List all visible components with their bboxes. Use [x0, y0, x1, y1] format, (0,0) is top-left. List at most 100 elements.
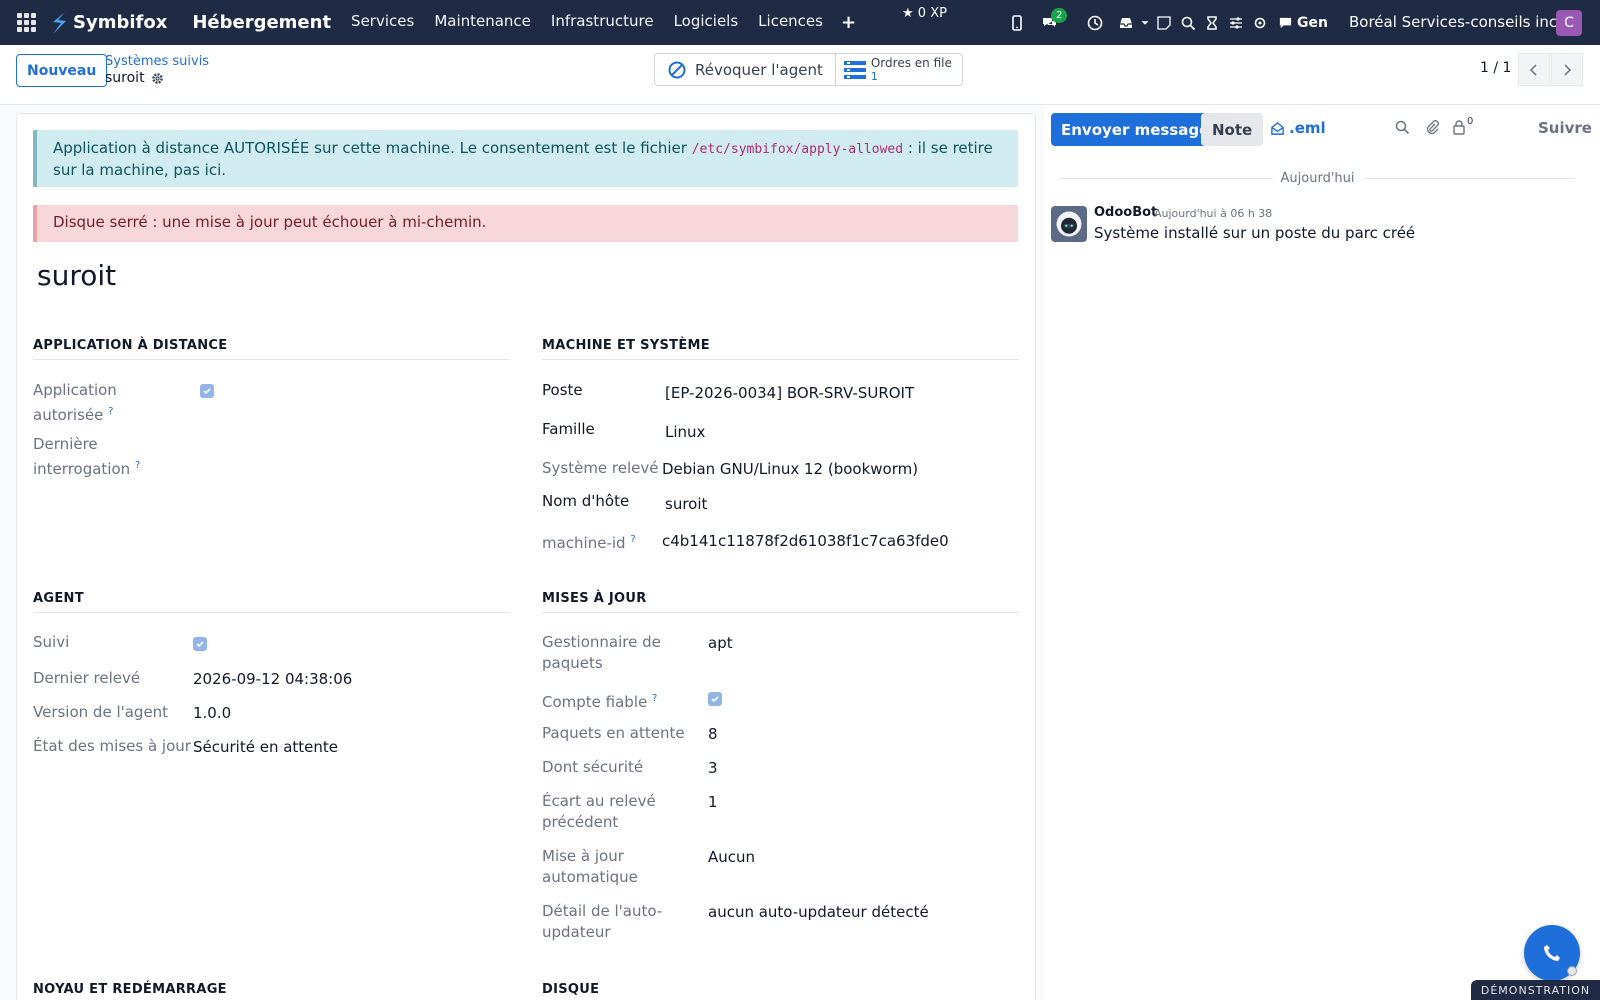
pager-next-button[interactable] — [1551, 53, 1583, 86]
odoobot-avatar[interactable] — [1051, 206, 1087, 242]
ban-icon — [668, 61, 686, 78]
reliable-count-checkbox[interactable] — [708, 692, 722, 706]
demo-badge: DÉMONSTRATION — [1471, 980, 1600, 1000]
reading-gap-label: Écart au relevé précédent — [542, 791, 656, 833]
poste-label: Poste — [542, 381, 583, 399]
chatter-panel: Envoyer message Note .eml 0 Suivre Aujou… — [1044, 105, 1600, 1000]
package-manager-label: Gestionnaire de paquets — [542, 632, 661, 674]
queued-orders-button[interactable]: Ordres en file 1 — [836, 54, 962, 85]
speech-bubble-icon — [1279, 17, 1292, 29]
gear-icon[interactable] — [151, 72, 164, 85]
user-avatar[interactable]: C — [1556, 10, 1582, 36]
sticky-note-icon[interactable] — [1152, 11, 1176, 35]
new-button[interactable]: Nouveau — [16, 54, 108, 87]
message-author[interactable]: OdooBot — [1094, 205, 1157, 220]
pager-value[interactable]: 1 / 1 — [1480, 60, 1511, 76]
date-separator-label: Aujourd'hui — [1280, 170, 1355, 186]
inbox-icon[interactable] — [1114, 11, 1138, 35]
follow-button[interactable]: Suivre — [1538, 119, 1592, 137]
eml-label: .eml — [1289, 119, 1326, 137]
menu-item-infrastructure[interactable]: Infrastructure — [541, 12, 664, 33]
top-navbar: Symbifox Hébergement Services Maintenanc… — [0, 0, 1600, 45]
machine-id-label: machine-id ? — [542, 529, 636, 554]
famille-value[interactable]: Linux — [665, 423, 705, 441]
send-message-button[interactable]: Envoyer message — [1051, 113, 1220, 146]
auto-update-label-line1: Mise à jour — [542, 847, 624, 865]
last-poll-label-line1: Dernière — [33, 435, 98, 453]
breadcrumb-parent[interactable]: Systèmes suivis — [105, 54, 209, 69]
info-alert-prefix: Application à distance AUTORISÉE sur cet… — [53, 139, 692, 157]
section-disk-title: DISQUE — [542, 982, 1019, 1000]
auto-update-label-line2: automatique — [542, 868, 638, 886]
agent-version-value: 1.0.0 — [193, 704, 232, 722]
remote-allowed-checkbox[interactable] — [200, 384, 214, 398]
reading-gap-value: 1 — [708, 793, 718, 811]
remote-allowed-label: Application autorisée ? — [33, 380, 117, 426]
help-icon[interactable]: ? — [135, 460, 140, 471]
chatter-search-icon[interactable] — [1394, 119, 1412, 137]
eml-button[interactable]: .eml — [1270, 119, 1326, 137]
app-title[interactable]: Hébergement — [192, 12, 331, 33]
gen-label: Gen — [1297, 14, 1328, 31]
clock-icon[interactable] — [1083, 11, 1107, 35]
auto-updater-detail-label: Détail de l'auto-updateur — [542, 901, 662, 943]
package-manager-label-line1: Gestionnaire de — [542, 633, 661, 651]
mobile-icon[interactable] — [1005, 11, 1029, 35]
menu-item-licences[interactable]: Licences — [748, 12, 833, 33]
reading-gap-label-line1: Écart au relevé — [542, 792, 656, 810]
paperclip-icon[interactable] — [1424, 119, 1442, 137]
pager-previous-button[interactable] — [1518, 53, 1550, 86]
section-agent-title: AGENT — [33, 591, 510, 613]
gen-button[interactable]: Gen — [1278, 15, 1328, 31]
menu-item-services[interactable]: Services — [341, 12, 424, 33]
auto-updater-detail-value: aucun auto-updateur détecté — [708, 903, 929, 921]
date-separator: Aujourd'hui — [1060, 170, 1576, 186]
sliders-icon[interactable] — [1224, 11, 1248, 35]
suivi-checkbox[interactable] — [193, 637, 207, 651]
message-date: Aujourd'hui à 06 h 38 — [1154, 207, 1273, 220]
remote-allowed-label-line2: autorisée — [33, 406, 104, 424]
caret-down-icon[interactable] — [1138, 11, 1152, 35]
search-icon[interactable] — [1176, 11, 1200, 35]
machine-id-value: c4b141c11878f2d61038f1c7ca63fde0 — [662, 532, 949, 550]
menu-add-icon[interactable]: + — [833, 12, 864, 33]
last-reading-value: 2026-09-12 04:38:06 — [193, 670, 353, 688]
remote-apply-info-alert: Application à distance AUTORISÉE sur cet… — [33, 130, 1018, 187]
pending-packages-value: 8 — [708, 725, 718, 743]
robot-icon — [1056, 211, 1082, 237]
menu-item-logiciels[interactable]: Logiciels — [664, 12, 749, 33]
help-icon[interactable]: ? — [630, 534, 635, 545]
chat-badge: 2 — [1051, 7, 1068, 23]
update-state-label: État des mises à jour — [33, 737, 191, 755]
menu-item-maintenance[interactable]: Maintenance — [424, 12, 541, 33]
hostname-value[interactable]: suroit — [665, 495, 707, 513]
log-note-button[interactable]: Note — [1201, 113, 1264, 146]
revoke-agent-button[interactable]: Révoquer l'agent — [655, 54, 836, 85]
package-manager-value: apt — [708, 634, 733, 652]
systeme-label: Système relevé — [542, 459, 659, 477]
last-reading-label: Dernier relevé — [33, 669, 141, 687]
auto-updater-detail-label-line1: Détail de l'auto- — [542, 902, 663, 920]
app-switcher-icon[interactable] — [17, 12, 37, 33]
last-poll-label: Dernière interrogation ? — [33, 434, 140, 480]
pending-packages-label: Paquets en attente — [542, 724, 685, 742]
chat-icon[interactable]: 2 — [1037, 7, 1068, 35]
xp-indicator[interactable]: ★ 0 XP — [902, 6, 947, 21]
chevron-right-icon — [1564, 63, 1572, 76]
section-remote-title: APPLICATION À DISTANCE — [33, 338, 510, 360]
package-manager-label-line2: paquets — [542, 654, 603, 672]
update-state-value: Sécurité en attente — [193, 738, 339, 756]
famille-label: Famille — [542, 420, 595, 438]
company-switcher[interactable]: Boréal Services-conseils inc. — [1349, 13, 1562, 31]
reliable-count-label-text: Compte fiable — [542, 693, 648, 711]
breadcrumb-current: suroit — [105, 70, 164, 86]
reading-gap-label-line2: précédent — [542, 813, 619, 831]
poste-value[interactable]: [EP-2026-0034] BOR-SRV-SUROIT — [665, 384, 914, 402]
help-icon[interactable]: ? — [108, 406, 113, 417]
help-icon[interactable]: ? — [652, 693, 657, 704]
brand[interactable]: Symbifox — [49, 10, 167, 36]
settings-icon[interactable] — [1248, 11, 1272, 35]
hourglass-icon[interactable] — [1200, 11, 1224, 35]
hostname-label: Nom d'hôte — [542, 492, 630, 510]
star-icon: ★ — [902, 6, 914, 21]
